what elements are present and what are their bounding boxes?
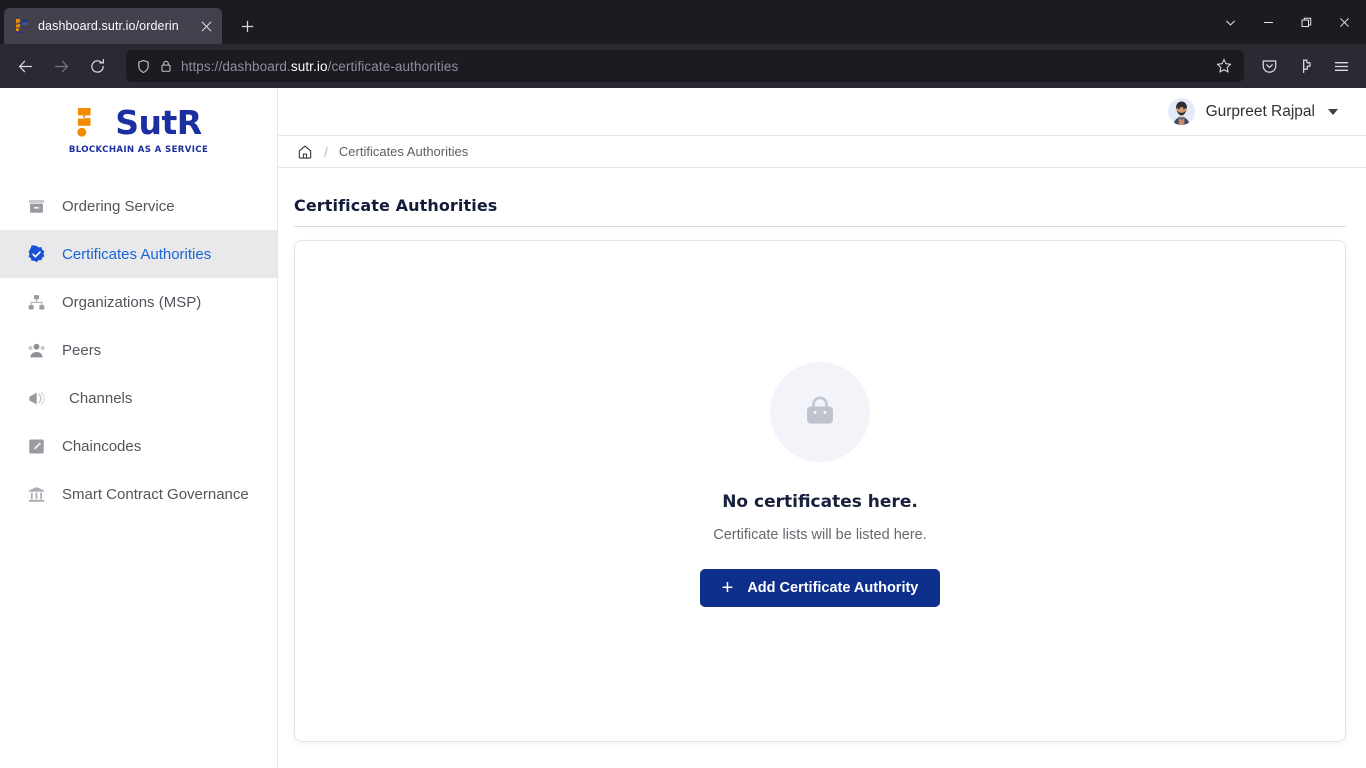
sidebar-item-label: Peers	[62, 341, 102, 359]
tab-title: dashboard.sutr.io/orderin	[38, 19, 179, 33]
new-tab-button[interactable]	[230, 9, 264, 43]
sidebar-item-label: Certificates Authorities	[62, 245, 212, 263]
sidebar-item-smart-contract-governance[interactable]: Smart Contract Governance	[0, 470, 277, 518]
user-avatar	[1167, 98, 1195, 125]
breadcrumb-current: Certificates Authorities	[338, 144, 469, 159]
sidebar-item-label: Channels	[69, 389, 133, 407]
sidebar: SutR BLOCKCHAIN AS A SERVICE Ordering Se…	[0, 88, 278, 768]
sidebar-item-ordering-service[interactable]: Ordering Service	[0, 182, 277, 230]
bag-icon	[797, 389, 843, 435]
star-icon[interactable]	[1212, 54, 1236, 78]
url-path: /certificate-authorities	[327, 58, 459, 74]
caret-down-icon[interactable]	[1328, 108, 1338, 115]
extensions-icon[interactable]	[1288, 49, 1322, 83]
chevron-down-icon[interactable]	[1212, 6, 1248, 38]
window-controls	[1212, 4, 1362, 40]
close-icon[interactable]	[1326, 6, 1362, 38]
breadcrumb: / Certificates Authorities	[278, 135, 1366, 168]
sidebar-item-channels[interactable]: Channels	[0, 374, 277, 422]
sidebar-item-peers[interactable]: Peers	[0, 326, 277, 374]
sidebar-item-certificates-authorities[interactable]: Certificates Authorities	[0, 230, 277, 278]
page-title: Certificate Authorities	[294, 196, 498, 215]
app-menu-icon[interactable]	[1324, 49, 1358, 83]
sidebar-item-organizations-msp[interactable]: Organizations (MSP)	[0, 278, 277, 326]
page-content: Certificate Authorities No certificates …	[278, 168, 1366, 768]
sutr-favicon	[14, 18, 30, 34]
main-area: Gurpreet Rajpal / Certificates Authoriti…	[278, 88, 1366, 768]
arrow-left-icon[interactable]	[8, 49, 42, 83]
user-menu[interactable]: Gurpreet Rajpal	[1167, 98, 1338, 125]
toolbar-icons	[1252, 49, 1358, 83]
arrow-right-icon[interactable]	[44, 49, 78, 83]
url-domain: sutr.io	[290, 58, 328, 74]
logo-tagline: BLOCKCHAIN AS A SERVICE	[68, 144, 209, 155]
tab-strip: dashboard.sutr.io/orderin	[0, 0, 1366, 44]
sidebar-nav: Ordering Service Certificates Authoritie…	[0, 182, 277, 518]
megaphone-icon	[26, 388, 46, 408]
empty-state-subtitle: Certificate lists will be listed here.	[713, 526, 927, 543]
empty-state: No certificates here. Certificate lists …	[699, 361, 941, 607]
minimize-icon[interactable]	[1250, 6, 1286, 38]
certificates-card: No certificates here. Certificate lists …	[294, 240, 1346, 742]
logo-wordmark: SutR	[115, 103, 202, 142]
sutr-logo-mark	[75, 106, 108, 140]
app-header: Gurpreet Rajpal	[278, 88, 1366, 135]
page-viewport: SutR BLOCKCHAIN AS A SERVICE Ordering Se…	[0, 88, 1366, 768]
home-icon[interactable]	[297, 144, 313, 160]
code-edit-icon	[26, 436, 46, 456]
close-icon[interactable]	[196, 16, 216, 36]
shield-icon[interactable]	[136, 59, 151, 74]
sitemap-icon	[26, 292, 46, 312]
verified-badge-icon	[26, 244, 46, 264]
plus-icon: +	[721, 576, 734, 599]
url-text: https://dashboard.sutr.io/certificate-au…	[181, 59, 1204, 74]
empty-illustration	[770, 361, 870, 462]
user-name: Gurpreet Rajpal	[1205, 102, 1315, 120]
people-icon	[26, 340, 46, 360]
address-bar[interactable]: https://dashboard.sutr.io/certificate-au…	[126, 50, 1244, 82]
sidebar-item-chaincodes[interactable]: Chaincodes	[0, 422, 277, 470]
empty-state-title: No certificates here.	[722, 491, 918, 512]
bank-icon	[26, 484, 46, 504]
add-certificate-authority-label: Add Certificate Authority	[747, 579, 919, 596]
sidebar-item-label: Ordering Service	[62, 197, 175, 215]
app-logo[interactable]: SutR BLOCKCHAIN AS A SERVICE	[0, 88, 277, 166]
restore-icon[interactable]	[1288, 6, 1324, 38]
sidebar-item-label: Organizations (MSP)	[62, 293, 202, 311]
breadcrumb-separator: /	[324, 143, 328, 160]
browser-tab[interactable]: dashboard.sutr.io/orderin	[4, 8, 222, 44]
url-prefix: https://dashboard.	[181, 58, 291, 74]
pocket-icon[interactable]	[1252, 49, 1286, 83]
navigation-toolbar: https://dashboard.sutr.io/certificate-au…	[0, 44, 1366, 88]
lock-icon[interactable]	[159, 59, 173, 73]
add-certificate-authority-button[interactable]: + Add Certificate Authority	[699, 568, 941, 607]
archive-box-icon	[26, 196, 46, 216]
title-divider	[294, 226, 1346, 227]
sidebar-item-label: Chaincodes	[62, 437, 142, 455]
sidebar-item-label: Smart Contract Governance	[62, 485, 249, 503]
reload-icon[interactable]	[80, 49, 114, 83]
browser-window: dashboard.sutr.io/orderin https://dashbo…	[0, 0, 1366, 768]
